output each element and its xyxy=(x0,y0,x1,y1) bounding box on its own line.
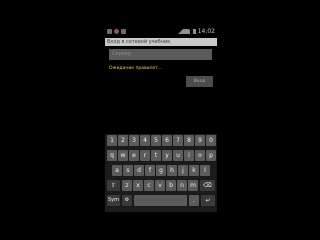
key-t[interactable]: t xyxy=(151,150,161,161)
key-1[interactable]: 1 xyxy=(107,135,117,146)
key-b[interactable]: b xyxy=(166,180,176,191)
key-q[interactable]: q xyxy=(107,150,117,161)
key-g[interactable]: g xyxy=(156,165,166,176)
page-title: Вход в сетевой учебник xyxy=(107,39,171,45)
key-7[interactable]: 7 xyxy=(173,135,183,146)
key-f[interactable]: f xyxy=(145,165,155,176)
key-4[interactable]: 4 xyxy=(140,135,150,146)
sym-key[interactable]: Sym xyxy=(107,195,120,206)
soft-keyboard: 1 2 3 4 5 6 7 8 9 0 q w e r t y u i o p … xyxy=(105,134,217,212)
key-n[interactable]: n xyxy=(177,180,187,191)
notification-icon xyxy=(107,29,112,34)
key-k[interactable]: k xyxy=(189,165,199,176)
alarm-icon xyxy=(114,29,119,34)
wifi-icon xyxy=(185,29,190,34)
key-p[interactable]: p xyxy=(206,150,216,161)
shift-key[interactable]: ⇧ xyxy=(107,180,120,191)
key-c[interactable]: c xyxy=(144,180,154,191)
key-m[interactable]: m xyxy=(188,180,198,191)
key-h[interactable]: h xyxy=(167,165,177,176)
key-9[interactable]: 9 xyxy=(195,135,205,146)
status-time: 14:02 xyxy=(197,28,215,35)
key-6[interactable]: 6 xyxy=(162,135,172,146)
usb-icon xyxy=(121,29,126,34)
enter-button[interactable]: Вход xyxy=(186,76,213,87)
keyboard-row-numbers: 1 2 3 4 5 6 7 8 9 0 xyxy=(105,134,217,148)
key-5[interactable]: 5 xyxy=(151,135,161,146)
key-j[interactable]: j xyxy=(178,165,188,176)
key-2[interactable]: 2 xyxy=(118,135,128,146)
enter-key[interactable]: ↵ xyxy=(201,195,215,206)
server-input-value: Сервер xyxy=(112,51,131,57)
status-message: Ожидание правилет... xyxy=(109,66,163,71)
keyboard-row-top: q w e r t y u i o p xyxy=(105,149,217,163)
key-y[interactable]: y xyxy=(162,150,172,161)
phone-screen: 14:02 Вход в сетевой учебник Сервер Ожид… xyxy=(105,28,217,212)
key-e[interactable]: e xyxy=(129,150,139,161)
key-d[interactable]: d xyxy=(134,165,144,176)
key-r[interactable]: r xyxy=(140,150,150,161)
enter-button-label: Вход xyxy=(193,79,206,84)
battery-icon xyxy=(193,29,196,34)
key-s[interactable]: s xyxy=(123,165,133,176)
keyboard-row-function: Sym ⚙ . ↵ xyxy=(105,194,217,208)
key-0[interactable]: 0 xyxy=(206,135,216,146)
server-input[interactable]: Сервер xyxy=(109,49,212,60)
backspace-key[interactable]: ⌫ xyxy=(200,180,215,191)
key-l[interactable]: l xyxy=(200,165,210,176)
key-v[interactable]: v xyxy=(155,180,165,191)
key-8[interactable]: 8 xyxy=(184,135,194,146)
key-w[interactable]: w xyxy=(118,150,128,161)
keyboard-row-bottom: ⇧ z x c v b n m ⌫ xyxy=(105,179,217,193)
key-a[interactable]: a xyxy=(112,165,122,176)
key-u[interactable]: u xyxy=(173,150,183,161)
key-3[interactable]: 3 xyxy=(129,135,139,146)
keyboard-row-middle: a s d f g h j k l xyxy=(105,164,217,178)
status-bar: 14:02 xyxy=(105,28,217,37)
title-bar: Вход в сетевой учебник xyxy=(105,38,217,46)
key-x[interactable]: x xyxy=(133,180,143,191)
key-o[interactable]: o xyxy=(195,150,205,161)
settings-icon[interactable]: ⚙ xyxy=(122,195,132,206)
key-i[interactable]: i xyxy=(184,150,194,161)
space-key[interactable] xyxy=(134,195,187,206)
period-key[interactable]: . xyxy=(189,195,199,206)
key-z[interactable]: z xyxy=(122,180,132,191)
